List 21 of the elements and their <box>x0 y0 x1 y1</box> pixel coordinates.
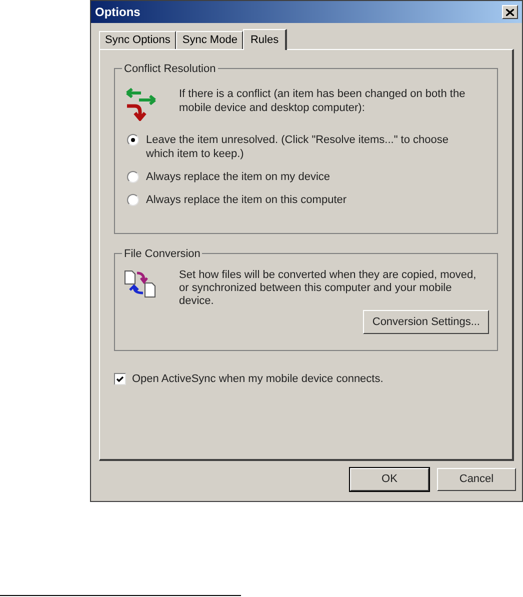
checkbox-label: Open ActiveSync when my mobile device connects. <box>132 372 384 387</box>
file-sync-icon <box>123 269 157 299</box>
conflict-description: If there is a conflict (an item has been changed on both the mobile device and desktop computer): <box>179 87 466 115</box>
dialog-button[interactable]: Cancel <box>437 468 516 491</box>
dialog-button[interactable]: OK <box>350 468 429 491</box>
window-title: Options <box>95 4 140 21</box>
tab[interactable]: Rules <box>243 29 287 50</box>
radio-button[interactable] <box>127 134 139 146</box>
checkbox[interactable] <box>114 373 126 386</box>
radio-button[interactable] <box>127 171 139 183</box>
arrows-icon <box>125 87 157 121</box>
radio-label: Leave the item unresolved. (Click "Resolve items..." to choose which item to keep.) <box>146 133 450 161</box>
conversion-description: Set how files will be converted when they are copied, moved, or synchronized between this computer and your mobile device. <box>179 269 478 308</box>
tab[interactable]: Sync Options <box>99 31 176 49</box>
tab[interactable]: Sync Mode <box>176 31 244 49</box>
conversion-settings-button[interactable]: Conversion Settings... <box>363 310 489 334</box>
radio-button[interactable] <box>127 194 139 206</box>
radio-label: Always replace the item on my device <box>146 170 332 184</box>
close-button[interactable] <box>502 5 518 19</box>
radio-label: Always replace the item on this computer <box>146 193 348 207</box>
close-icon <box>506 8 514 16</box>
